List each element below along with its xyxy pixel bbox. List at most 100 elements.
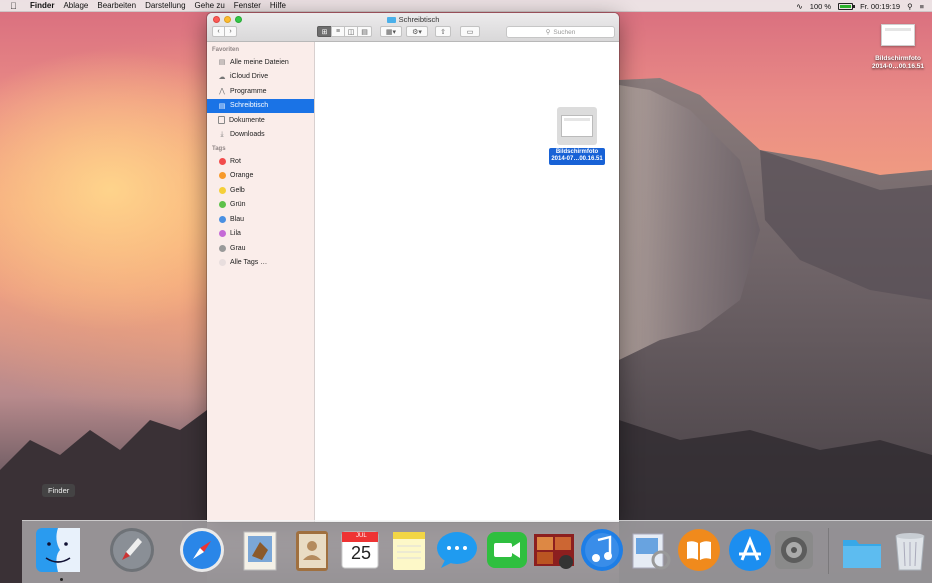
share-icon[interactable]: ⇧ — [435, 26, 451, 37]
documents-icon — [218, 116, 225, 125]
forward-button[interactable]: › — [224, 26, 237, 37]
sidebar-tag-item[interactable]: Orange — [207, 169, 314, 184]
mail-icon[interactable] — [236, 526, 284, 574]
sidebar-item-programme[interactable]: ⋀ Programme — [207, 84, 314, 99]
column-view-icon[interactable]: ◫ — [344, 26, 358, 37]
downloads-icon: ⤓ — [220, 130, 224, 138]
search-field[interactable]: ⚲ Suchen — [506, 26, 615, 38]
messages-icon[interactable] — [433, 526, 481, 574]
dock-separator — [828, 528, 829, 574]
tag-color-dot-icon — [218, 230, 226, 238]
trash-icon[interactable] — [886, 526, 932, 574]
menu-darstellung[interactable]: Darstellung — [145, 1, 185, 10]
sidebar-heading-tags: Tags — [212, 146, 226, 152]
all-files-icon: ▤ — [218, 59, 226, 67]
sidebar-item-label: Grün — [230, 201, 246, 209]
sidebar: Favoriten ▤ Alle meine Dateien ☁ iCloud … — [207, 42, 315, 522]
file-name-line-2: 2014-07…00.16.51 — [551, 156, 603, 162]
apple-menu-icon[interactable]:  — [10, 1, 22, 11]
tag-color-dot-icon — [218, 157, 226, 165]
menu-hilfe[interactable]: Hilfe — [270, 1, 286, 10]
itunes-icon[interactable] — [578, 526, 626, 574]
battery-icon[interactable] — [838, 2, 856, 10]
sidebar-tag-item[interactable]: Rot — [207, 154, 314, 169]
file-name-label: Bildschirmfoto 2014-07…00.16.51 — [549, 147, 605, 165]
sidebar-item-schreibtisch[interactable]: ▤ Schreibtisch — [207, 98, 314, 113]
desktop-file-label-2: 2014-0…00.16.51 — [871, 63, 925, 70]
preview-icon[interactable] — [627, 526, 675, 574]
contacts-icon[interactable] — [288, 526, 336, 574]
desktop-file-screenshot[interactable]: Bildschirmfoto 2014-0…00.16.51 — [868, 24, 928, 71]
finder-icon[interactable] — [34, 526, 82, 574]
sidebar-item-label: Lila — [230, 230, 241, 238]
system-preferences-icon[interactable] — [770, 526, 818, 574]
calendar-month: JUL — [356, 533, 367, 539]
arrange-button[interactable]: ▦▾ — [380, 26, 402, 37]
sidebar-item-label: Dokumente — [229, 116, 265, 124]
photo-booth-icon[interactable] — [530, 526, 578, 574]
notes-icon[interactable] — [385, 526, 433, 574]
menu-bar:  Finder Ablage Bearbeiten Darstellung G… — [0, 0, 932, 12]
notification-center-icon[interactable]: ≡ — [920, 2, 924, 11]
desktop-icon: ▤ — [218, 102, 226, 110]
sidebar-item-label: Blau — [230, 215, 245, 223]
file-item-screenshot[interactable]: Bildschirmfoto 2014-07…00.16.51 — [543, 107, 611, 165]
screenshot-file-icon — [557, 107, 597, 145]
finder-running-indicator — [60, 578, 63, 581]
sidebar-item-downloads[interactable]: ⤓ Downloads — [207, 128, 314, 143]
window-title: Schreibtisch — [207, 15, 619, 24]
ibooks-icon[interactable] — [675, 526, 723, 574]
launchpad-icon[interactable] — [108, 526, 156, 574]
tag-color-dot-icon — [218, 259, 226, 267]
sidebar-item-label: Rot — [230, 157, 241, 165]
sidebar-item-label: Downloads — [230, 131, 265, 139]
tag-icon[interactable]: ▭ — [460, 26, 480, 37]
folder-icon — [386, 16, 396, 23]
menu-fenster[interactable]: Fenster — [234, 1, 261, 10]
sidebar-item-label: Grau — [230, 244, 246, 252]
tag-color-dot-icon — [218, 186, 226, 194]
sidebar-item-all-files[interactable]: ▤ Alle meine Dateien — [207, 55, 314, 70]
tag-color-dot-icon — [218, 201, 226, 209]
tag-color-dot-icon — [218, 215, 226, 223]
downloads-stack-icon[interactable] — [838, 526, 886, 574]
sidebar-heading-favorites: Favoriten — [212, 47, 240, 53]
menu-gehe-zu[interactable]: Gehe zu — [195, 1, 225, 10]
menu-bearbeiten[interactable]: Bearbeiten — [97, 1, 136, 10]
app-store-icon[interactable] — [726, 526, 774, 574]
calendar-day: 25 — [351, 543, 372, 563]
sidebar-item-label: Orange — [230, 172, 254, 180]
sidebar-tag-item[interactable]: Gelb — [207, 183, 314, 198]
sidebar-item-dokumente[interactable]: Dokumente — [207, 113, 314, 128]
desktop-file-label-1: Bildschirmfoto — [875, 55, 921, 62]
menu-finder[interactable]: Finder — [30, 1, 54, 10]
clock[interactable]: Fr. 00:19:19 — [860, 2, 900, 11]
action-gear-icon[interactable]: ⚙▾ — [406, 26, 428, 37]
coverflow-view-icon[interactable]: ▤ — [357, 26, 372, 37]
search-icon: ⚲ — [545, 29, 551, 36]
calendar-icon[interactable]: JUL 25 — [336, 526, 384, 574]
spotlight-icon[interactable]: ⚲ — [907, 2, 913, 11]
sidebar-item-label: Gelb — [230, 186, 245, 194]
finder-window: Schreibtisch ‹ › ⊞ ≡ ◫ ▤ ▦▾ ⚙▾ ⇧ ▭ ⚲ Suc… — [207, 13, 619, 522]
sidebar-tag-item[interactable]: Grau — [207, 241, 314, 256]
sidebar-item-icloud-drive[interactable]: ☁ iCloud Drive — [207, 70, 314, 85]
dock-tooltip: Finder — [42, 484, 76, 497]
window-title-text: Schreibtisch — [398, 15, 440, 24]
window-toolbar: Schreibtisch ‹ › ⊞ ≡ ◫ ▤ ▦▾ ⚙▾ ⇧ ▭ ⚲ Suc… — [207, 13, 619, 42]
screenshot-thumbnail-icon — [881, 24, 915, 46]
sidebar-tag-item[interactable]: Lila — [207, 227, 314, 242]
cloud-icon: ☁ — [218, 73, 226, 81]
sidebar-tag-item[interactable]: Grün — [207, 198, 314, 213]
sidebar-tag-item[interactable]: Blau — [207, 212, 314, 227]
menu-ablage[interactable]: Ablage — [63, 1, 88, 10]
sidebar-tag-item[interactable]: Alle Tags … — [207, 256, 314, 271]
safari-icon[interactable] — [178, 526, 226, 574]
facetime-icon[interactable] — [483, 526, 531, 574]
battery-percent[interactable]: 100 % — [810, 2, 831, 11]
file-browser-area[interactable]: Bildschirmfoto 2014-07…00.16.51 — [315, 42, 619, 522]
view-mode-control: ⊞ ≡ ◫ ▤ — [317, 26, 372, 37]
list-view-icon[interactable]: ≡ — [331, 26, 345, 37]
icon-view-icon[interactable]: ⊞ — [317, 26, 332, 37]
wifi-icon[interactable]: ∿ — [796, 2, 803, 11]
